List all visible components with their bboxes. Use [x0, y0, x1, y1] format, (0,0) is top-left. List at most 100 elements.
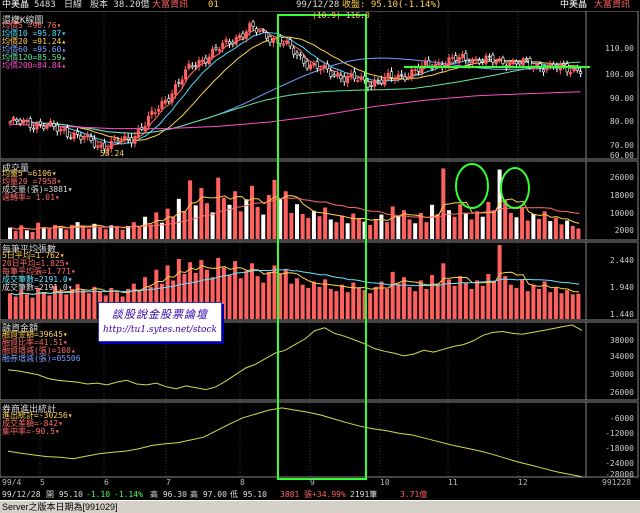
- avg-trade-bar: [401, 277, 406, 319]
- volume-bar: [295, 204, 300, 239]
- candle-body: [99, 144, 103, 148]
- candle-body: [72, 133, 76, 139]
- volume-bar: [221, 197, 226, 239]
- candle-body: [25, 120, 29, 122]
- candle-body: [200, 59, 204, 63]
- candle-body: [42, 125, 46, 129]
- avg-trade-bar: [441, 263, 446, 319]
- candle-body: [227, 41, 231, 45]
- avg-trade-bar: [8, 293, 13, 319]
- candle-body: [457, 56, 461, 63]
- margin-tick: 30000: [609, 370, 634, 379]
- price-legend-item: 均價200=84.84▴: [2, 61, 67, 70]
- candle-body: [11, 117, 15, 121]
- avg-tick: 2.440: [609, 256, 634, 265]
- volume-bar: [553, 217, 558, 239]
- chart-svg[interactable]: [0, 11, 640, 489]
- left-marker: 01: [208, 0, 219, 10]
- candle-body: [514, 60, 518, 65]
- candle-body: [511, 59, 515, 65]
- candle-body: [298, 54, 302, 57]
- avg-trade-bar: [306, 287, 311, 319]
- volume-bar: [486, 202, 491, 239]
- volume-bar: [340, 215, 345, 239]
- volume-bar: [430, 204, 435, 239]
- candle-body: [234, 36, 238, 45]
- avg-trade-bar: [41, 292, 46, 319]
- watermark-url[interactable]: http://tu1.sytes.net/stock: [99, 325, 221, 335]
- avg-trade-bar: [81, 290, 86, 319]
- candle-body: [454, 55, 458, 62]
- candle-body: [528, 58, 532, 67]
- volume-bar: [86, 228, 91, 239]
- candle-body: [265, 32, 269, 39]
- chart-area[interactable]: [0, 11, 640, 489]
- avg-trade-bar: [47, 295, 52, 319]
- volume-bar: [13, 230, 18, 239]
- candle-body: [261, 29, 265, 32]
- candle-body: [329, 70, 333, 77]
- candle-body: [460, 54, 464, 57]
- candle-body: [430, 67, 434, 70]
- moving-average-line: [9, 36, 581, 142]
- volume-bar: [435, 214, 440, 239]
- avg-trade-bar: [525, 291, 530, 319]
- candle-body: [292, 47, 296, 55]
- candle-body: [400, 74, 404, 76]
- avg-trade-bar: [255, 276, 260, 319]
- volume-bar: [565, 220, 570, 239]
- volume-bar: [204, 203, 209, 239]
- cursor-date: 99/12/28: [296, 0, 340, 10]
- avg_per_trade-legend-item: 成交筆數=2191.0▾: [2, 283, 73, 292]
- volume-bar: [8, 227, 13, 239]
- candle-body: [379, 79, 383, 84]
- volume-bar: [193, 205, 198, 239]
- candle-body: [575, 67, 579, 71]
- volume-bar: [92, 223, 97, 239]
- date-label: 99/4: [2, 478, 22, 487]
- volume-bar: [463, 212, 468, 239]
- candle-body: [190, 65, 194, 68]
- candle-body: [254, 28, 258, 33]
- avg-trade-bar: [508, 284, 513, 319]
- low-label: 58.24: [100, 149, 125, 158]
- peak-label: (10.9) 116.0: [312, 11, 370, 20]
- candle-body: [86, 134, 90, 138]
- candle-body: [562, 63, 566, 66]
- quote-volume: 3881 張+34.99%: [280, 490, 346, 499]
- avg-trade-bar: [570, 294, 575, 319]
- candle-body: [481, 60, 485, 63]
- candle-body: [406, 76, 410, 79]
- candle-body: [535, 63, 539, 66]
- candle-body: [356, 80, 360, 82]
- volume-tick: 10000: [609, 209, 634, 218]
- avg-trade-bar: [565, 290, 570, 319]
- candle-body: [163, 100, 167, 104]
- candle-body: [444, 64, 448, 67]
- avg-trade-bar: [328, 289, 333, 319]
- date-end-label: 991228: [602, 478, 631, 487]
- avg-trade-bar: [413, 291, 418, 319]
- candle-body: [146, 115, 150, 127]
- avg-trade-bar: [69, 289, 74, 319]
- moving-average-line: [9, 57, 581, 134]
- period-label[interactable]: 日線: [64, 0, 82, 11]
- candle-body: [22, 119, 26, 124]
- candle-body: [258, 30, 262, 32]
- quote-low: 高 97.00: [190, 490, 227, 499]
- candle-body: [366, 81, 370, 88]
- volume-bar: [249, 185, 255, 239]
- avg-trade-bar: [407, 286, 412, 319]
- volume-bar: [576, 228, 581, 239]
- candle-body: [518, 61, 522, 65]
- avg-trade-bar: [486, 274, 491, 319]
- candle-body: [302, 56, 306, 64]
- volume-bar: [58, 227, 63, 239]
- broker-tick: -6000: [609, 414, 634, 423]
- candle-body: [197, 60, 201, 67]
- candle-body: [281, 43, 285, 46]
- candle-body: [214, 47, 218, 50]
- volume-bar: [503, 200, 508, 239]
- candle-body: [336, 73, 340, 77]
- avg-trade-bar: [244, 270, 249, 319]
